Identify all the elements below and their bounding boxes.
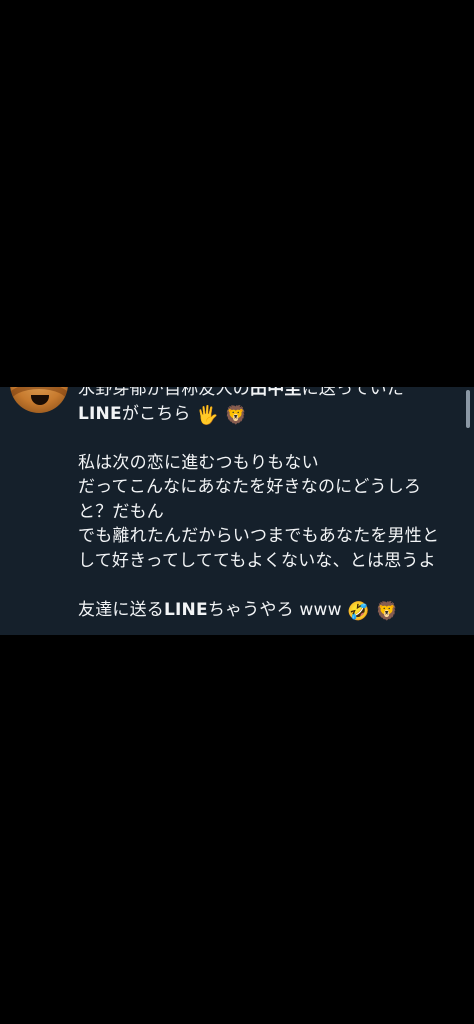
post-line: LINEがこちら 🖐 🦁 xyxy=(78,402,462,427)
post-text-bold: LINE xyxy=(78,403,122,424)
raised-hand-emoji-icon: 🖐 xyxy=(196,404,219,426)
scrollbar[interactable] xyxy=(466,390,470,428)
post-text-bold: 田中圭 xyxy=(250,387,302,399)
post-text-segment: ちゃうやろ www xyxy=(207,599,342,620)
post-line: 友達に送るLINEちゃうやろ www 🤣 🦁 xyxy=(78,598,462,623)
post-line: と？だもん xyxy=(78,501,164,522)
post-card: 氷野芽郁が自称友人の田中圭に送っていた LINEがこちら 🖐 🦁 私は次の恋に進… xyxy=(0,387,474,635)
post-text-segment: 友達に送る xyxy=(78,599,164,620)
post-line: だってこんなにあなたを好きなのにどうしろ xyxy=(78,477,422,497)
lion-emoji-icon: 🦁 xyxy=(224,404,248,426)
post-text-bold: LINE xyxy=(164,599,208,620)
avatar[interactable] xyxy=(10,387,68,413)
post-text-segment: 氷野芽郁が自称友人の xyxy=(78,387,250,399)
post-text-segment: がこちら xyxy=(121,403,191,424)
post-line: でも離れたんだからいつまでもあなたを男性と xyxy=(78,526,440,546)
post-text-segment: に送っていた xyxy=(301,387,404,399)
post-line: 私は次の恋に進むつもりもない xyxy=(78,452,319,473)
post-line: して好きってしててもよくないな、とは思うよ xyxy=(78,550,436,571)
post-line: 氷野芽郁が自称友人の田中圭に送っていた xyxy=(78,387,462,402)
lion-emoji-icon: 🦁 xyxy=(375,600,399,622)
rofl-emoji-icon: 🤣 xyxy=(347,600,370,622)
post-text: 氷野芽郁が自称友人の田中圭に送っていた LINEがこちら 🖐 🦁 私は次の恋に進… xyxy=(78,387,462,622)
